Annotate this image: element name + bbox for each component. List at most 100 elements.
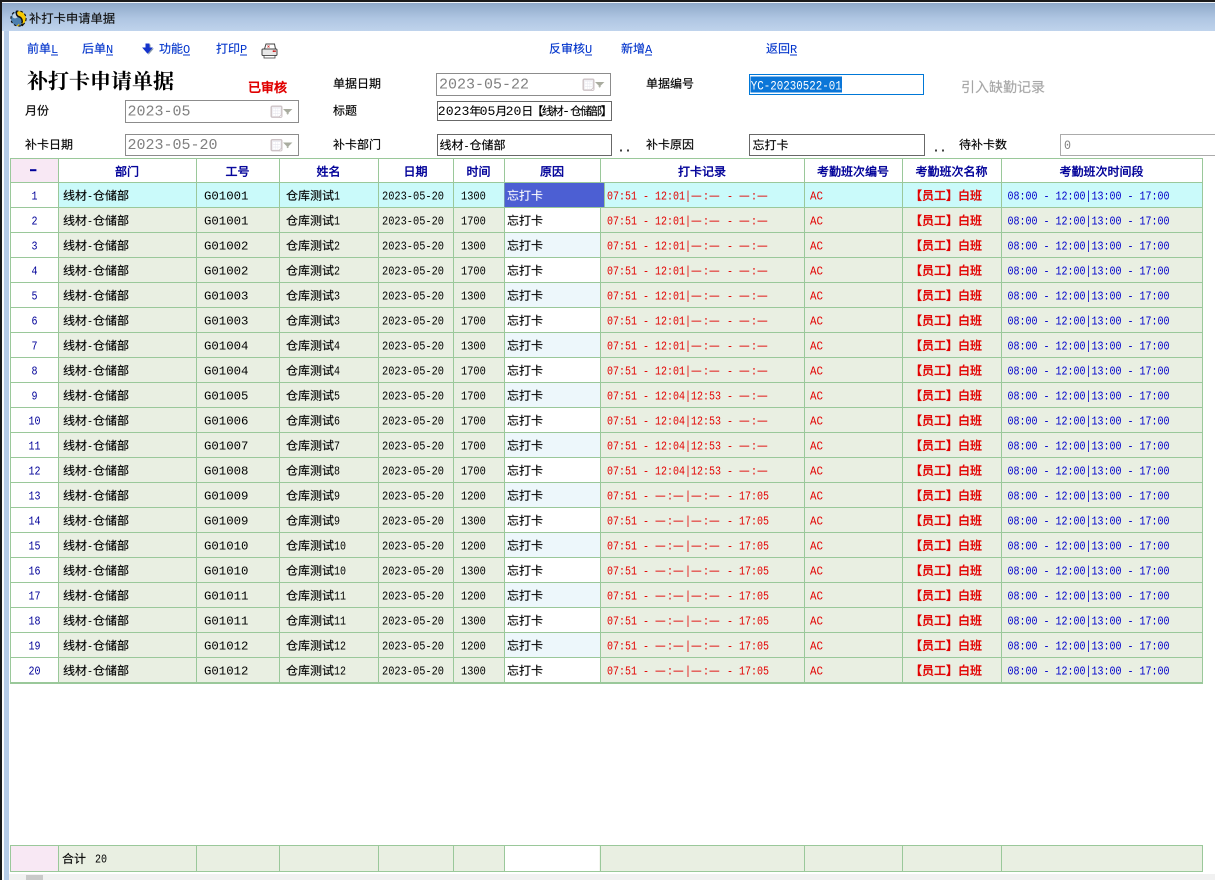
svg-text:YC-20230522-01: YC-20230522-01: [751, 79, 842, 94]
svg-text:2023-05-20: 2023-05-20: [382, 640, 444, 654]
svg-text:9: 9: [334, 490, 340, 504]
svg-text:3: 3: [32, 240, 38, 254]
svg-text:3: 3: [334, 290, 340, 304]
svg-text::: :: [703, 365, 709, 379]
svg-text:-: -: [87, 515, 93, 529]
svg-text:G01012: G01012: [204, 665, 248, 679]
svg-text:G01012: G01012: [204, 640, 248, 654]
svg-text:08:00 - 12:00|13:00 - 17:00: 08:00 - 12:00|13:00 - 17:00: [1008, 340, 1170, 354]
svg-text:1700: 1700: [461, 390, 486, 404]
svg-text:G01006: G01006: [204, 415, 248, 429]
svg-text:G01001: G01001: [204, 215, 248, 229]
svg-text:08:00 - 12:00|13:00 - 17:00: 08:00 - 12:00|13:00 - 17:00: [1008, 365, 1170, 379]
svg-text:08:00 - 12:00|13:00 - 17:00: 08:00 - 12:00|13:00 - 17:00: [1008, 240, 1170, 254]
svg-text::: :: [703, 215, 709, 229]
svg-text:G01009: G01009: [204, 515, 248, 529]
svg-text::: :: [667, 590, 673, 604]
svg-text::: :: [667, 615, 673, 629]
svg-text:07:51 - 12:01|: 07:51 - 12:01|: [607, 340, 691, 354]
svg-text:-: -: [87, 540, 93, 554]
svg-text::: :: [703, 240, 709, 254]
svg-text:15: 15: [29, 540, 41, 554]
svg-text::: :: [751, 315, 757, 329]
svg-text:|: |: [685, 640, 691, 654]
svg-text:|: |: [685, 540, 691, 554]
svg-text:2023-05-20: 2023-05-20: [382, 540, 444, 554]
svg-text:2023-05-20: 2023-05-20: [382, 465, 444, 479]
svg-text:AC: AC: [810, 215, 823, 229]
svg-text:2023-05-20: 2023-05-20: [382, 240, 444, 254]
svg-text:AC: AC: [810, 265, 823, 279]
svg-text:1200: 1200: [461, 640, 486, 654]
svg-text:2023-05-20: 2023-05-20: [382, 415, 444, 429]
svg-text:2: 2: [32, 215, 38, 229]
svg-text:2023-05-22: 2023-05-22: [439, 77, 529, 94]
svg-text:07:51 -: 07:51 -: [607, 615, 655, 629]
svg-text:08:00 - 12:00|13:00 - 17:00: 08:00 - 12:00|13:00 - 17:00: [1008, 315, 1170, 329]
svg-text:-: -: [721, 190, 739, 204]
svg-text:AC: AC: [810, 490, 823, 504]
svg-text:AC: AC: [810, 615, 823, 629]
svg-text::: :: [703, 615, 709, 629]
svg-text:4: 4: [32, 265, 38, 279]
svg-text:07:51 -: 07:51 -: [607, 590, 655, 604]
svg-text:-: -: [87, 665, 93, 679]
svg-text:G01004: G01004: [204, 340, 248, 354]
svg-text::: :: [751, 265, 757, 279]
svg-text:AC: AC: [810, 190, 823, 204]
svg-text:-: -: [464, 139, 470, 153]
svg-text:2023-05-20: 2023-05-20: [382, 665, 444, 679]
svg-text:08:00 - 12:00|13:00 - 17:00: 08:00 - 12:00|13:00 - 17:00: [1008, 490, 1170, 504]
svg-text:1200: 1200: [461, 490, 486, 504]
svg-text:2023-05-20: 2023-05-20: [382, 590, 444, 604]
svg-text:07:51 - 12:04|12:53 -: 07:51 - 12:04|12:53 -: [607, 415, 739, 429]
svg-text:AC: AC: [810, 390, 823, 404]
svg-text:G01001: G01001: [204, 190, 248, 204]
svg-text:-: -: [87, 465, 93, 479]
svg-text::: :: [667, 640, 673, 654]
svg-text:-: -: [87, 240, 93, 254]
svg-text:1300: 1300: [461, 240, 486, 254]
svg-text:|: |: [685, 665, 691, 679]
svg-text:07:51 -: 07:51 -: [607, 540, 655, 554]
svg-text:2023-05-20: 2023-05-20: [382, 340, 444, 354]
svg-text:10: 10: [29, 415, 41, 429]
svg-text:1700: 1700: [461, 215, 486, 229]
svg-text:- 17:05: - 17:05: [721, 665, 769, 679]
svg-text:6: 6: [32, 315, 38, 329]
svg-text:5: 5: [334, 390, 340, 404]
svg-text:1300: 1300: [461, 290, 486, 304]
svg-text:- 17:05: - 17:05: [721, 590, 769, 604]
svg-text:08:00 - 12:00|13:00 - 17:00: 08:00 - 12:00|13:00 - 17:00: [1008, 515, 1170, 529]
svg-text:G01003: G01003: [204, 315, 248, 329]
svg-text:G01011: G01011: [204, 590, 248, 604]
svg-text:-: -: [87, 315, 93, 329]
svg-text:2023-05-20: 2023-05-20: [382, 315, 444, 329]
svg-text:20: 20: [506, 104, 522, 119]
svg-text:AC: AC: [810, 440, 823, 454]
svg-text:-: -: [721, 215, 739, 229]
svg-text:AC: AC: [810, 290, 823, 304]
svg-text::: :: [751, 365, 757, 379]
svg-text:-: -: [87, 340, 93, 354]
svg-text:1300: 1300: [461, 340, 486, 354]
svg-text:1: 1: [334, 190, 340, 204]
svg-text:-: -: [87, 265, 93, 279]
svg-text:2023-05-20: 2023-05-20: [382, 265, 444, 279]
svg-text:- 17:05: - 17:05: [721, 640, 769, 654]
svg-text:4: 4: [334, 340, 340, 354]
svg-text:6: 6: [334, 415, 340, 429]
svg-text::: :: [751, 290, 757, 304]
svg-text::: :: [703, 340, 709, 354]
svg-text:-: -: [87, 415, 93, 429]
svg-text:07:51 - 12:01|: 07:51 - 12:01|: [607, 240, 691, 254]
svg-text::: :: [703, 665, 709, 679]
svg-text:-: -: [87, 590, 93, 604]
svg-text:8: 8: [32, 365, 38, 379]
svg-text:-: -: [87, 190, 93, 204]
svg-text::: :: [703, 315, 709, 329]
svg-text:AC: AC: [810, 315, 823, 329]
svg-text:AC: AC: [810, 465, 823, 479]
svg-text:4: 4: [334, 365, 340, 379]
svg-text:1300: 1300: [461, 515, 486, 529]
